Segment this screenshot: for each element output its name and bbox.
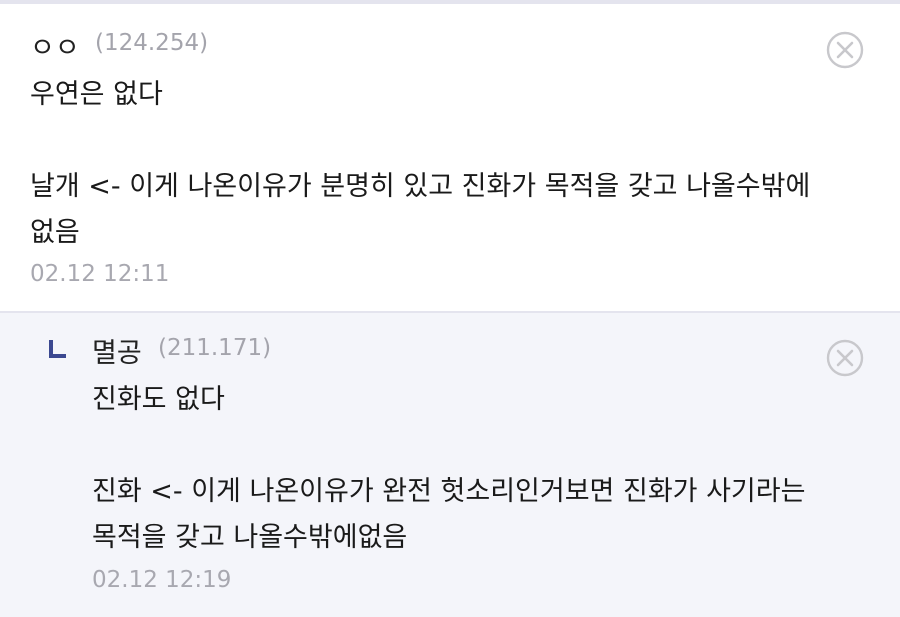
reply-body: 진화도 없다 진화 <- 이게 나온이유가 완전 헛소리인거보면 진화가 사기라… [92,384,806,553]
comment-timestamp: 02.12 12:11 [30,261,170,287]
reply-ip: (211.171) [158,335,272,361]
reply-item: 멸공 (211.171) 진화도 없다 진화 <- 이게 나온이유가 완전 헛소… [0,311,900,617]
circle-x-icon [826,31,864,69]
comment-body: 우연은 없다 날개 <- 이게 나온이유가 분명히 있고 진화가 목적을 갖고 … [30,79,811,248]
comment-ip: (124.254) [95,30,209,56]
delete-button[interactable] [826,339,864,377]
reply-arrow-icon [49,340,66,358]
reply-timestamp: 02.12 12:19 [92,567,232,593]
reply-nickname[interactable]: 멸공 [92,331,142,370]
comment-nickname[interactable]: ㅇㅇ [30,26,80,65]
comment-item: ㅇㅇ (124.254) 우연은 없다 날개 <- 이게 나온이유가 분명히 있… [0,4,900,311]
delete-button[interactable] [826,31,864,69]
circle-x-icon [826,339,864,377]
